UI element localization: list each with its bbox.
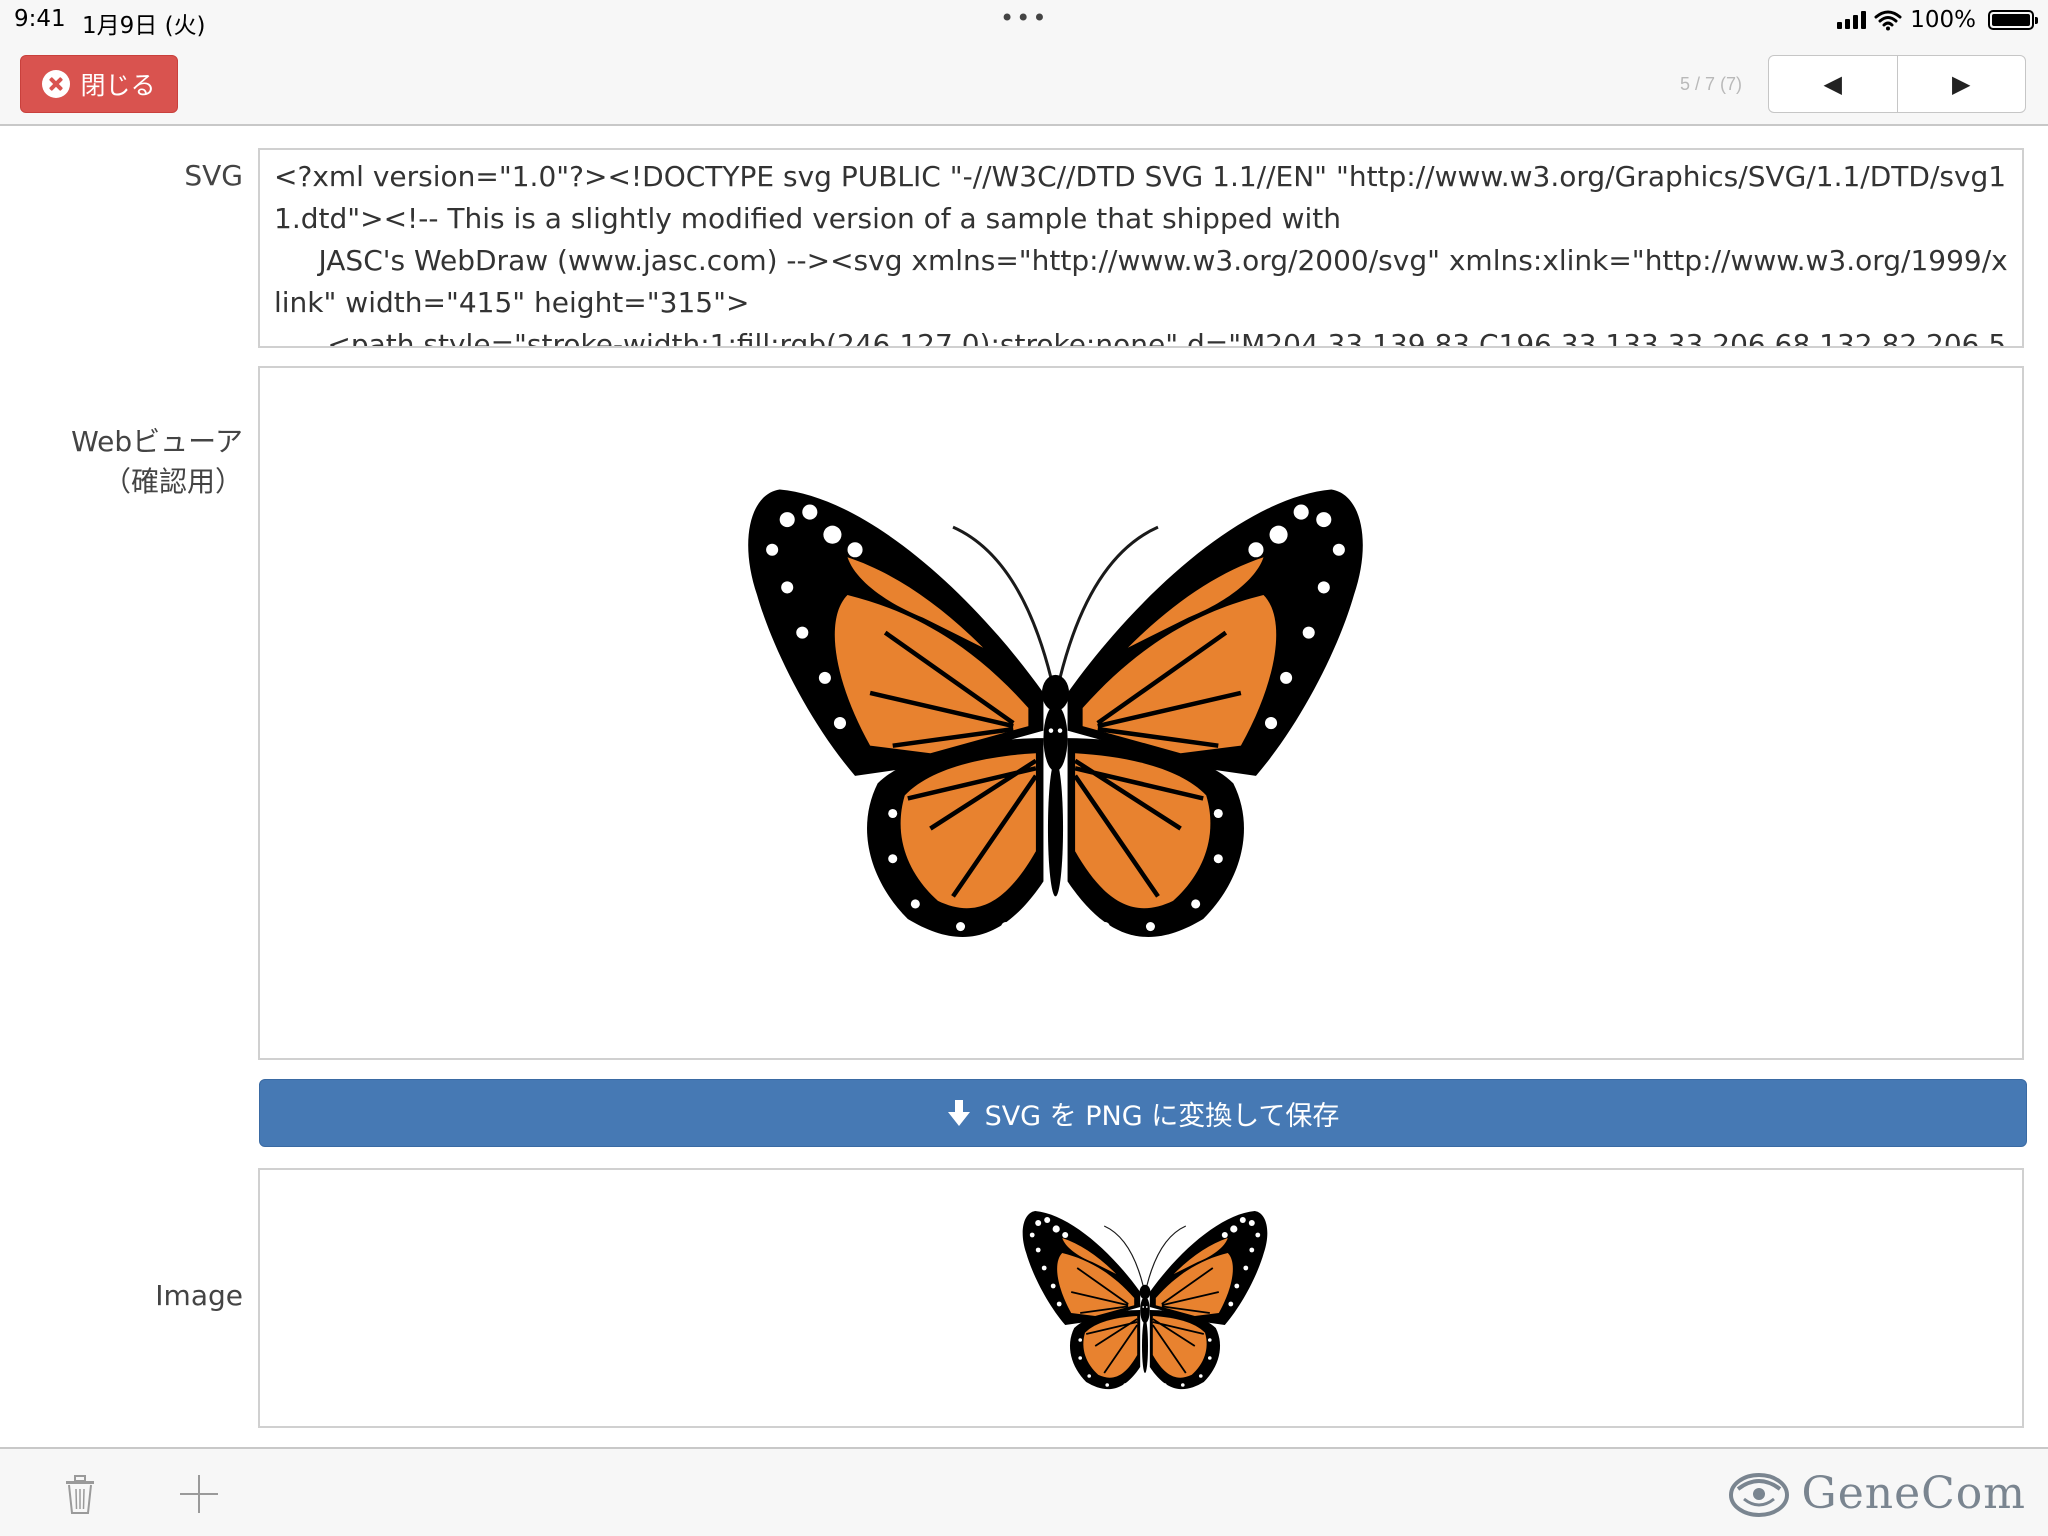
close-button[interactable]: 閉じる — [20, 55, 178, 113]
wifi-icon — [1874, 10, 1902, 31]
add-record-icon[interactable] — [180, 1475, 218, 1513]
convert-button-label: SVG を PNG に変換して保存 — [984, 1100, 1340, 1132]
svg-source-text: <?xml version="1.0"?><!DOCTYPE svg PUBLI… — [274, 160, 2008, 348]
web-viewer-label: Webビューア （確認用） — [71, 422, 243, 502]
previous-record-button[interactable]: ◀ — [1769, 56, 1897, 112]
status-bar: 9:41 1月9日 (火) ••• 100% — [0, 0, 2048, 40]
triangle-left-icon: ◀ — [1823, 70, 1842, 98]
battery-icon — [1988, 10, 2038, 30]
record-navigation: ◀ ▶ — [1768, 55, 2026, 113]
web-viewer-panel — [258, 366, 2024, 1060]
close-circle-icon — [42, 70, 71, 98]
web-viewer-label-line1: Webビューア — [71, 425, 243, 458]
bottom-toolbar: GeneCom — [0, 1447, 2048, 1536]
svg-field-label: SVG — [184, 159, 243, 192]
cellular-signal-icon — [1837, 11, 1867, 29]
image-field-label: Image — [155, 1279, 243, 1312]
brand-name: GeneCom — [1801, 1467, 2026, 1519]
convert-to-png-button[interactable]: SVG を PNG に変換して保存 — [259, 1079, 2027, 1147]
status-indicators: 100% — [1837, 6, 2038, 34]
butterfly-preview-image — [742, 458, 1369, 958]
top-toolbar: 閉じる 5 / 7 (7) ◀ ▶ — [0, 40, 2048, 126]
status-time: 9:41 — [14, 6, 66, 32]
butterfly-png-image — [1021, 1210, 1269, 1391]
status-date: 1月9日 (火) — [82, 13, 206, 39]
brand-logo: GeneCom — [1726, 1465, 2026, 1521]
record-counter: 5 / 7 (7) — [1680, 74, 1743, 94]
battery-percent: 100% — [1910, 7, 1976, 33]
web-viewer-label-line2: （確認用） — [102, 465, 243, 498]
arrow-down-icon — [947, 1100, 970, 1126]
svg-source-textarea[interactable]: <?xml version="1.0"?><!DOCTYPE svg PUBLI… — [258, 148, 2024, 348]
trash-icon[interactable] — [64, 1475, 96, 1515]
genecom-logo-icon — [1728, 1473, 1789, 1517]
image-field[interactable] — [258, 1168, 2024, 1428]
next-record-button[interactable]: ▶ — [1896, 56, 2026, 112]
triangle-right-icon: ▶ — [1952, 70, 1971, 98]
multitasking-dots-icon[interactable]: ••• — [1000, 4, 1048, 32]
close-button-label: 閉じる — [80, 71, 156, 100]
